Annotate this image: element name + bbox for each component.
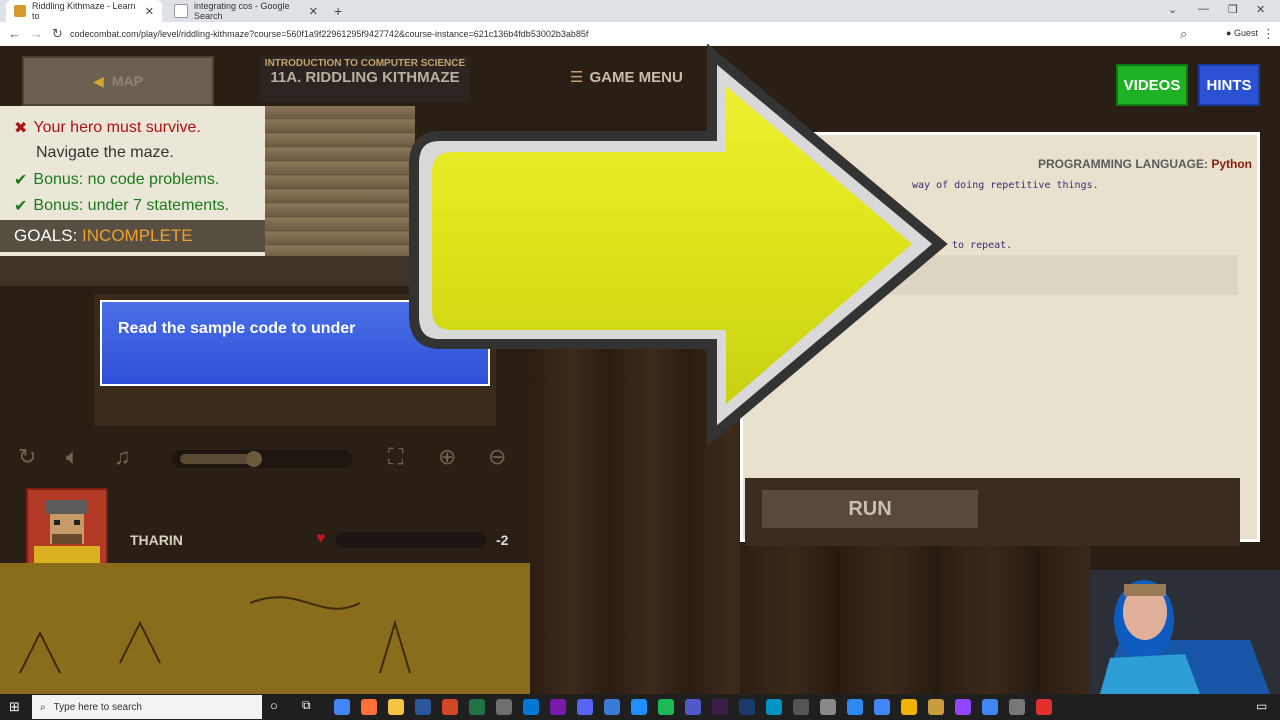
excel-icon[interactable] bbox=[469, 699, 485, 715]
word-icon[interactable] bbox=[415, 699, 431, 715]
restart-icon[interactable]: ↻ bbox=[18, 444, 36, 470]
close-window-icon[interactable]: ✕ bbox=[1256, 3, 1265, 16]
google-favicon-icon bbox=[174, 4, 188, 18]
presenter-icon bbox=[1090, 570, 1280, 694]
back-icon[interactable]: ← bbox=[8, 26, 21, 41]
tab-google-search[interactable]: integrating cos - Google Search ✕ bbox=[166, 0, 326, 22]
tip-text: Read the sample code to under bbox=[118, 320, 356, 337]
minimize-icon[interactable]: — bbox=[1198, 3, 1209, 15]
goal-text: Navigate the maze. bbox=[36, 144, 174, 161]
close-tab-icon[interactable]: ✕ bbox=[145, 5, 154, 18]
forward-icon[interactable]: → bbox=[30, 26, 43, 41]
codecombat-favicon-icon bbox=[14, 5, 26, 17]
check-icon: ✔ bbox=[14, 172, 28, 189]
search-placeholder: Type here to search bbox=[53, 701, 142, 713]
app-icon[interactable] bbox=[1009, 699, 1025, 715]
goal-text: Your hero must survive. bbox=[33, 119, 201, 136]
app-icon[interactable] bbox=[901, 699, 917, 715]
tab-codecombat[interactable]: Riddling Kithmaze - Learn to ✕ bbox=[6, 0, 162, 22]
back-arrow-icon: ◀ bbox=[93, 72, 104, 89]
check-icon: ✔ bbox=[14, 198, 28, 215]
profile-name: Guest bbox=[1233, 28, 1258, 38]
reload-icon[interactable]: ↻ bbox=[52, 26, 63, 42]
language-label: PROGRAMMING LANGUAGE: bbox=[1038, 157, 1208, 171]
discord-icon[interactable] bbox=[577, 699, 593, 715]
file-explorer-icon[interactable] bbox=[388, 699, 404, 715]
goal-item: Navigate the maze. bbox=[36, 144, 174, 162]
profile-avatar-icon: ● bbox=[1226, 28, 1232, 38]
vscode-icon[interactable] bbox=[523, 699, 539, 715]
tab-title: integrating cos - Google Search bbox=[194, 1, 290, 21]
chrome-icon[interactable] bbox=[334, 699, 350, 715]
restore-icon[interactable]: ❐ bbox=[1228, 3, 1238, 16]
teams-icon[interactable] bbox=[685, 699, 701, 715]
firefox-icon[interactable] bbox=[361, 699, 377, 715]
app-icon[interactable] bbox=[631, 699, 647, 715]
hero-avatar bbox=[26, 488, 108, 566]
heart-icon: ♥ bbox=[316, 530, 326, 547]
new-tab-icon[interactable]: + bbox=[334, 3, 342, 19]
maze-corridor bbox=[0, 256, 410, 286]
run-button[interactable]: RUN bbox=[762, 490, 978, 528]
language-indicator: PROGRAMMING LANGUAGE: Python bbox=[1038, 157, 1252, 171]
hero-name: THARIN bbox=[130, 532, 183, 548]
chrome-icon[interactable] bbox=[874, 699, 890, 715]
spotify-icon[interactable] bbox=[658, 699, 674, 715]
goal-text: Bonus: under 7 statements. bbox=[33, 197, 230, 214]
goals-label: GOALS: bbox=[14, 226, 78, 245]
health-value: -2 bbox=[496, 532, 509, 548]
yellow-arrow-icon bbox=[409, 44, 948, 447]
app-icon[interactable] bbox=[739, 699, 755, 715]
volume-icon[interactable]: 🔈︎ bbox=[66, 444, 79, 470]
goal-text: Bonus: no code problems. bbox=[33, 171, 220, 188]
app-icon[interactable] bbox=[1036, 699, 1052, 715]
profile-button[interactable]: ● Guest bbox=[1226, 28, 1258, 38]
wood-floor bbox=[740, 546, 1090, 694]
windows-start-icon[interactable]: ⊞ bbox=[9, 699, 20, 715]
map-label: MAP bbox=[111, 73, 143, 89]
close-tab-icon[interactable]: ✕ bbox=[309, 5, 318, 18]
hints-button[interactable]: HINTS bbox=[1198, 64, 1260, 106]
task-view-icon[interactable]: ⧉ bbox=[302, 698, 311, 713]
music-icon[interactable]: ♫ bbox=[114, 444, 131, 470]
app-icon[interactable] bbox=[604, 699, 620, 715]
app-icon[interactable] bbox=[496, 699, 512, 715]
fail-x-icon: ✖ bbox=[14, 120, 28, 137]
parchment-map bbox=[0, 563, 530, 694]
tab-title: Riddling Kithmaze - Learn to bbox=[32, 1, 136, 21]
goal-item: ✖ Your hero must survive. bbox=[14, 118, 201, 138]
language-value: Python bbox=[1211, 157, 1253, 171]
videos-button[interactable]: VIDEOS bbox=[1116, 64, 1188, 106]
powerpoint-icon[interactable] bbox=[442, 699, 458, 715]
hero-portrait-icon bbox=[34, 500, 100, 564]
tab-search-icon[interactable]: ⌄ bbox=[1168, 3, 1177, 16]
health-bar bbox=[336, 532, 486, 548]
app-icon[interactable] bbox=[928, 699, 944, 715]
zoom-icon[interactable]: ⌕ bbox=[1180, 26, 1187, 42]
goals-status: GOALS: INCOMPLETE bbox=[0, 220, 265, 252]
notifications-icon[interactable]: ▭ bbox=[1256, 699, 1267, 713]
premiere-icon[interactable] bbox=[712, 699, 728, 715]
map-trees-icon bbox=[19, 596, 411, 674]
menu-kebab-icon[interactable]: ⋮ bbox=[1262, 26, 1275, 42]
chrome-icon[interactable] bbox=[982, 699, 998, 715]
goal-item: ✔ Bonus: no code problems. bbox=[14, 170, 219, 190]
slider-handle[interactable] bbox=[246, 451, 262, 467]
code-line: to repeat. bbox=[952, 240, 1013, 251]
app-icon[interactable] bbox=[793, 699, 809, 715]
taskbar-search[interactable]: ⌕ Type here to search bbox=[32, 695, 262, 719]
app-icon[interactable] bbox=[766, 699, 782, 715]
app-icon[interactable] bbox=[847, 699, 863, 715]
app-icon[interactable] bbox=[820, 699, 836, 715]
cortana-icon[interactable]: ○ bbox=[270, 698, 278, 713]
onenote-icon[interactable] bbox=[550, 699, 566, 715]
webcam-overlay bbox=[1090, 570, 1280, 694]
twitch-icon[interactable] bbox=[955, 699, 971, 715]
url-field[interactable]: codecombat.com/play/level/riddling-kithm… bbox=[70, 26, 1170, 42]
map-button[interactable]: ◀ MAP bbox=[22, 56, 214, 106]
goal-item: ✔ Bonus: under 7 statements. bbox=[14, 196, 229, 216]
search-icon: ⌕ bbox=[40, 701, 46, 713]
goals-state: INCOMPLETE bbox=[82, 226, 193, 245]
